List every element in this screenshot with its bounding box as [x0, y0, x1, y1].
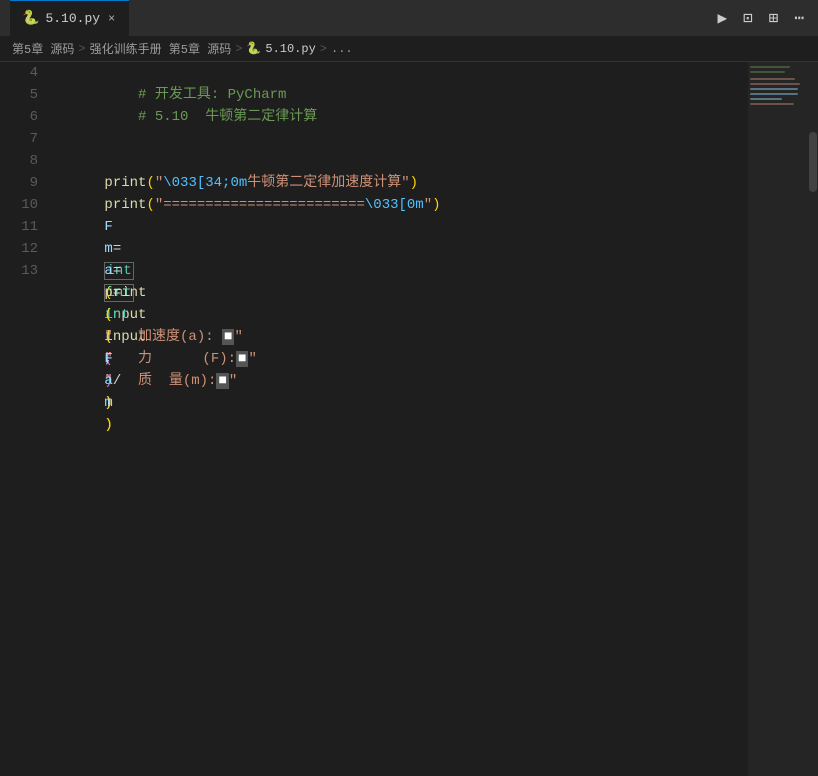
layout-button[interactable]: ⊞ [765, 4, 783, 32]
code-line-8: print("========================\033[0m") [54, 150, 748, 172]
vertical-scrollbar[interactable] [808, 62, 818, 776]
code-content[interactable]: # 开发工具: PyCharm # 5.10 牛顿第二定律计算 print("\… [50, 62, 748, 776]
line-num-4: 4 [0, 62, 38, 84]
title-bar: 🐍 5.10.py × ▶ ⊡ ⊞ ⋯ [0, 0, 818, 36]
line-num-9: 9 [0, 172, 38, 194]
str-12: " 加速度(a): ■" [104, 329, 242, 345]
breadcrumb: 第5章 源码 > 强化训练手册 第5章 源码 > 🐍 5.10.py > ... [0, 36, 818, 62]
more-actions-button[interactable]: ⋯ [790, 4, 808, 32]
run-button[interactable]: ▶ [713, 4, 731, 32]
tab-area: 🐍 5.10.py × [10, 0, 705, 36]
breadcrumb-filename: 5.10.py [265, 42, 315, 56]
minimap-content [748, 62, 808, 776]
comma-12: , [104, 351, 121, 367]
indent-7 [104, 153, 138, 169]
paren-open-12: ( [104, 307, 112, 323]
minimap [748, 62, 808, 776]
title-bar-actions: ▶ ⊡ ⊞ ⋯ [713, 4, 808, 32]
code-line-13 [54, 260, 748, 282]
str-8: "========================\033[0m" [155, 197, 432, 213]
split-editor-button[interactable]: ⊡ [739, 4, 757, 32]
line-num-13: 13 [0, 260, 38, 282]
comment-line-4: # 开发工具: PyCharm [104, 87, 286, 103]
paren-open-8: ( [146, 197, 154, 213]
line-num-12: 12 [0, 238, 38, 260]
str-7: "\033[34;0m牛顿第二定律加速度计算" [155, 175, 410, 191]
breadcrumb-file[interactable]: 🐍 5.10.py [246, 41, 315, 56]
line-numbers-gutter: 4 5 6 7 8 9 10 11 12 13 [0, 62, 50, 776]
minimap-svg [748, 62, 808, 182]
line-num-6: 6 [0, 106, 38, 128]
breadcrumb-sep-3: > [320, 42, 327, 56]
editor-area: 4 5 6 7 8 9 10 11 12 13 # 开发工具: PyCharm … [0, 62, 818, 776]
python-file-icon: 🐍 [22, 10, 39, 27]
indent-9 [104, 197, 138, 213]
paren-close-12: ) [104, 395, 112, 411]
tab-filename: 5.10.py [45, 11, 100, 26]
paren-close-8: ) [432, 197, 440, 213]
code-line-12: print ( " 加速度(a): ■" , a ) [54, 238, 748, 260]
breadcrumb-file-icon: 🐍 [246, 41, 261, 56]
breadcrumb-sep-1: > [78, 42, 85, 56]
paren-int-close-11: ) [104, 417, 112, 433]
line-num-7: 7 [0, 128, 38, 150]
breadcrumb-part-2[interactable]: 强化训练手册 第5章 源码 [90, 40, 232, 57]
kw-print-12: print [104, 285, 146, 301]
var-a-12: a [104, 373, 112, 389]
line-num-5: 5 [0, 84, 38, 106]
paren-close-7: ) [410, 175, 418, 191]
indent-11 [104, 241, 138, 257]
comment-line-5: # 5.10 牛顿第二定律计算 [104, 109, 317, 125]
breadcrumb-sep-2: > [235, 42, 242, 56]
code-line-7: print("\033[34;0m牛顿第二定律加速度计算") [54, 128, 748, 150]
paren-open-7: ( [146, 175, 154, 191]
breadcrumb-ellipsis[interactable]: ... [331, 42, 353, 56]
line-num-11: 11 [0, 216, 38, 238]
active-tab[interactable]: 🐍 5.10.py × [10, 0, 129, 36]
breadcrumb-part-1[interactable]: 第5章 源码 [12, 40, 74, 57]
tab-close-button[interactable]: × [106, 10, 117, 28]
indent-12 [104, 263, 138, 279]
line-num-10: 10 [0, 194, 38, 216]
str-9: " 力 (F):■" [104, 351, 256, 367]
code-line-11: a = int ( F / m ) [54, 216, 748, 238]
scrollbar-thumb[interactable] [809, 132, 817, 192]
indent-10 [104, 219, 138, 235]
line-num-8: 8 [0, 150, 38, 172]
indent-8 [104, 175, 138, 191]
code-line-4: # 开发工具: PyCharm [54, 62, 748, 84]
